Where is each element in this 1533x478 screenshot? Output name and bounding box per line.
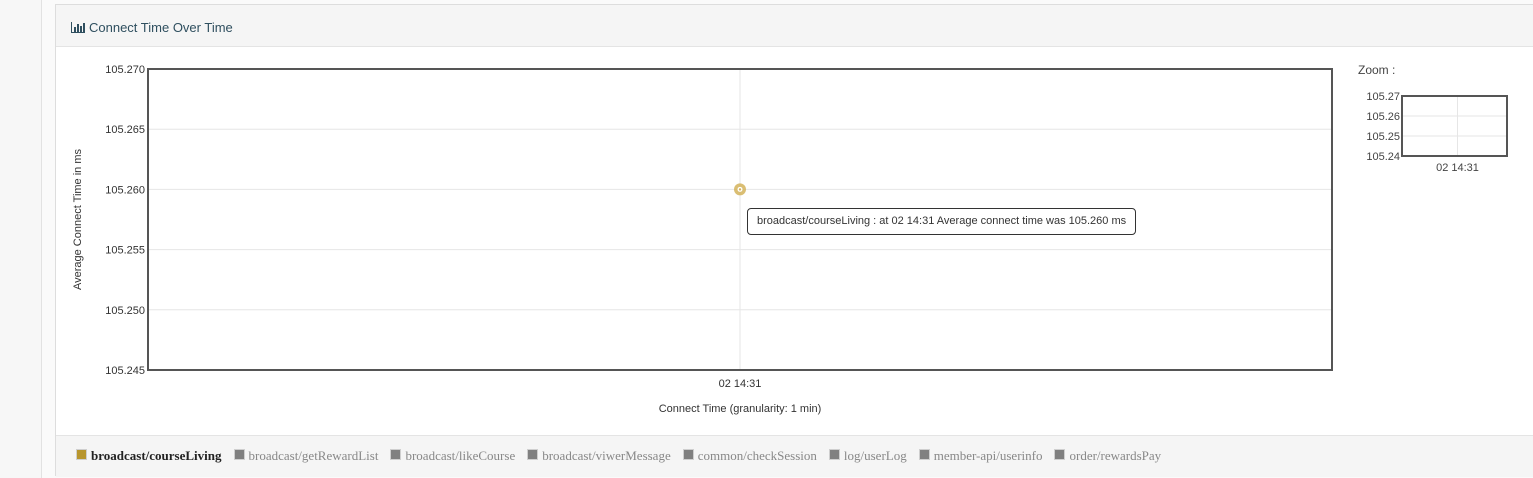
legend-item[interactable]: log/userLog xyxy=(828,448,907,464)
legend-label: log/userLog xyxy=(843,448,907,463)
bar-chart-icon xyxy=(71,22,85,33)
legend-swatch xyxy=(682,449,694,460)
legend-items: broadcast/courseLiving broadcast/getRewar… xyxy=(76,447,1173,465)
legend-swatch xyxy=(527,449,539,460)
data-point xyxy=(734,183,746,196)
zoom-y-tick-label: 105.27 xyxy=(1366,91,1400,103)
legend-item[interactable]: order/rewardsPay xyxy=(1054,448,1161,464)
y-axis-label: Average Connect Time in ms xyxy=(72,148,84,290)
zoom-overview-chart[interactable]: 105.27 105.26 105.25 105.24 02 14:31 xyxy=(1346,77,1526,217)
legend-swatch xyxy=(233,449,245,460)
legend-label: order/rewardsPay xyxy=(1069,448,1162,463)
legend-label: broadcast/viwerMessage xyxy=(542,448,671,463)
chart-area: 105.245 105.250 105.255 105.260 105.265 105.2… xyxy=(56,47,1533,435)
legend-item[interactable]: broadcast/getRewardList xyxy=(233,448,379,464)
legend-label: broadcast/courseLiving xyxy=(91,448,222,463)
legend-swatch xyxy=(76,449,87,460)
legend-label: common/checkSession xyxy=(697,448,817,463)
main-chart[interactable]: 105.245 105.250 105.255 105.260 105.265 105.2… xyxy=(56,47,1346,435)
zoom-x-tick-label: 02 14:31 xyxy=(1436,162,1479,174)
panel-title-text: Connect Time Over Time xyxy=(89,20,233,35)
zoom-frame xyxy=(1401,95,1508,157)
legend-swatch xyxy=(918,449,930,460)
x-tick-label: 02 14:31 xyxy=(719,378,762,390)
zoom-label: Zoom : xyxy=(1358,63,1396,77)
chart-legend: broadcast/courseLiving broadcast/getRewar… xyxy=(56,435,1533,477)
panel-title: Connect Time Over Time xyxy=(71,20,233,35)
legend-item[interactable]: broadcast/viwerMessage xyxy=(527,448,671,464)
zoom-y-tick-label: 105.24 xyxy=(1366,151,1400,163)
y-tick-label: 105.270 xyxy=(105,64,145,76)
panel-heading: Connect Time Over Time xyxy=(56,5,1533,47)
zoom-y-tick-label: 105.25 xyxy=(1366,131,1400,143)
legend-item[interactable]: broadcast/likeCourse xyxy=(390,448,515,464)
legend-item[interactable]: broadcast/courseLiving xyxy=(76,448,222,464)
left-sidebar-gutter xyxy=(0,0,42,478)
legend-label: broadcast/likeCourse xyxy=(405,448,516,463)
y-tick-label: 105.245 xyxy=(105,365,145,377)
legend-label: member-api/userinfo xyxy=(933,448,1043,463)
legend-swatch xyxy=(390,449,402,460)
legend-item[interactable]: member-api/userinfo xyxy=(918,448,1043,464)
x-axis-label: Connect Time (granularity: 1 min) xyxy=(659,403,822,415)
legend-swatch xyxy=(828,449,840,460)
data-point-tooltip: broadcast/courseLiving : at 02 14:31 Ave… xyxy=(747,208,1137,235)
data-point-center xyxy=(738,188,742,191)
y-tick-label: 105.255 xyxy=(105,245,145,257)
legend-item[interactable]: common/checkSession xyxy=(682,448,817,464)
zoom-y-tick-label: 105.26 xyxy=(1366,111,1400,123)
y-tick-label: 105.260 xyxy=(105,184,145,196)
y-tick-label: 105.250 xyxy=(105,305,145,317)
legend-label: broadcast/getRewardList xyxy=(248,448,379,463)
y-tick-label: 105.265 xyxy=(105,124,145,136)
connect-time-panel: Connect Time Over Time 105.245 105.250 105… xyxy=(55,4,1533,477)
legend-swatch xyxy=(1054,449,1066,460)
